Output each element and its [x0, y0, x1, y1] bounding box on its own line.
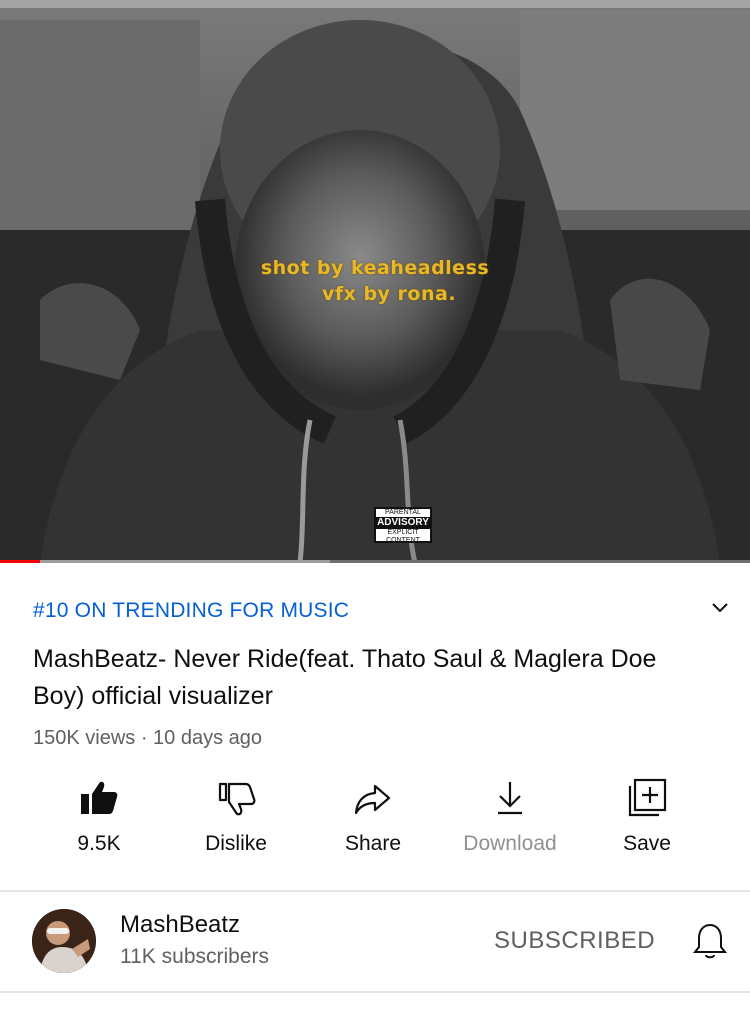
like-count: 9.5K — [77, 832, 121, 855]
chevron-down-icon[interactable] — [708, 596, 732, 620]
like-button[interactable]: 9.5K — [29, 778, 169, 856]
download-button[interactable]: Download — [440, 778, 580, 856]
save-label: Save — [623, 832, 671, 855]
overlay-credit-line1: shot by keaheadless — [260, 257, 490, 279]
video-meta: 150K views · 10 days ago — [33, 727, 263, 749]
download-icon — [498, 782, 522, 815]
thumbs-down-icon — [218, 782, 256, 816]
action-bar: 9.5K Dislike Share Download Save — [0, 778, 750, 868]
save-playlist-icon — [628, 778, 667, 817]
overlay-credit-line2: vfx by rona. — [321, 283, 457, 305]
divider-top — [0, 890, 750, 892]
avatar[interactable] — [32, 909, 96, 973]
share-label: Share — [344, 832, 402, 855]
bell-icon[interactable] — [690, 921, 730, 961]
thumbs-up-icon — [81, 781, 118, 814]
video-title[interactable]: MashBeatz- Never Ride(feat. Thato Saul &… — [33, 641, 693, 715]
dislike-label: Dislike — [205, 832, 267, 855]
download-label: Download — [463, 832, 557, 855]
advisory-top-text: PARENTAL — [385, 509, 421, 516]
subscriber-count: 11K subscribers — [120, 945, 270, 968]
video-frame — [0, 0, 750, 563]
advisory-mid-text: ADVISORY — [376, 517, 430, 529]
channel-name[interactable]: MashBeatz — [120, 911, 240, 939]
progress-buffered — [0, 560, 330, 563]
dislike-button[interactable]: Dislike — [166, 778, 306, 856]
save-button[interactable]: Save — [577, 778, 717, 856]
video-player[interactable]: shot by keaheadless vfx by rona. PARENTA… — [0, 0, 750, 563]
subscribed-button[interactable]: SUBSCRIBED — [494, 927, 655, 955]
progress-played — [0, 560, 40, 563]
divider-bottom — [0, 991, 750, 993]
progress-bar[interactable] — [0, 560, 750, 563]
parental-advisory-logo: PARENTAL ADVISORY EXPLICIT CONTENT — [374, 507, 432, 544]
channel-row[interactable]: MashBeatz 11K subscribers SUBSCRIBED — [0, 893, 750, 991]
advisory-bottom-text: EXPLICIT CONTENT — [386, 529, 420, 544]
trending-link[interactable]: #10 ON TRENDING FOR MUSIC — [33, 599, 349, 623]
share-icon — [354, 784, 391, 815]
avatar-image — [32, 909, 96, 973]
share-button[interactable]: Share — [303, 778, 443, 856]
